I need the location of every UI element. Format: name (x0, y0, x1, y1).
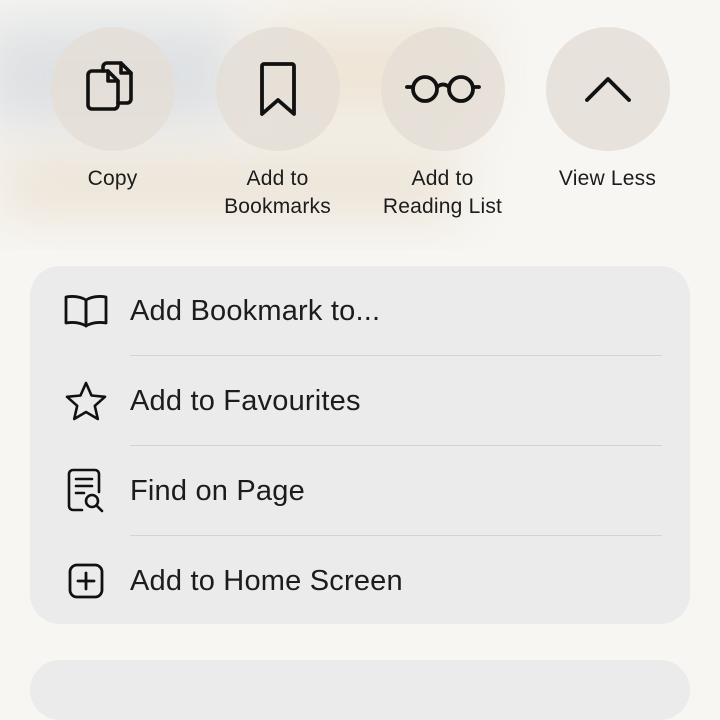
menu-label-find-on-page: Find on Page (130, 474, 305, 507)
star-icon (63, 378, 109, 424)
next-menu-card (30, 660, 690, 720)
menu-item-add-to-favourites[interactable]: Add to Favourites (30, 356, 690, 446)
book-icon (63, 288, 109, 334)
add-to-bookmarks-label: Add to Bookmarks (224, 167, 331, 218)
find-page-icon (63, 468, 109, 514)
copy-action[interactable]: Copy (30, 27, 195, 227)
bookmark-options-menu: Add Bookmark to... Add to Favourites Fin… (30, 266, 690, 624)
add-to-bookmarks-action[interactable]: Add to Bookmarks (195, 27, 360, 227)
add-to-reading-list-action[interactable]: Add to Reading List (360, 27, 525, 227)
add-to-bookmarks-button[interactable] (215, 27, 340, 151)
menu-label-add-to-home-screen: Add to Home Screen (130, 564, 403, 597)
add-to-reading-list-label: Add to Reading List (382, 167, 503, 218)
copy-icon (85, 61, 133, 111)
menu-label-add-to-favourites: Add to Favourites (130, 384, 361, 417)
plus-square-icon (63, 558, 109, 604)
menu-item-add-to-home-screen[interactable]: Add to Home Screen (30, 536, 690, 626)
add-to-reading-list-button[interactable] (380, 27, 505, 151)
view-less-button[interactable] (545, 27, 670, 151)
chevron-up-icon (584, 77, 631, 102)
copy-label: Copy (87, 167, 138, 190)
bookmark-icon (259, 62, 296, 116)
glasses-icon (404, 75, 481, 103)
view-less-label: View Less (558, 167, 657, 190)
menu-item-find-on-page[interactable]: Find on Page (30, 446, 690, 536)
copy-button[interactable] (50, 27, 175, 151)
share-actions-row: Copy Add to Bookmarks Add to Reading Lis… (30, 27, 690, 227)
view-less-action[interactable]: View Less (525, 27, 690, 227)
menu-label-add-bookmark-to: Add Bookmark to... (130, 294, 381, 327)
menu-item-add-bookmark-to[interactable]: Add Bookmark to... (30, 266, 690, 356)
